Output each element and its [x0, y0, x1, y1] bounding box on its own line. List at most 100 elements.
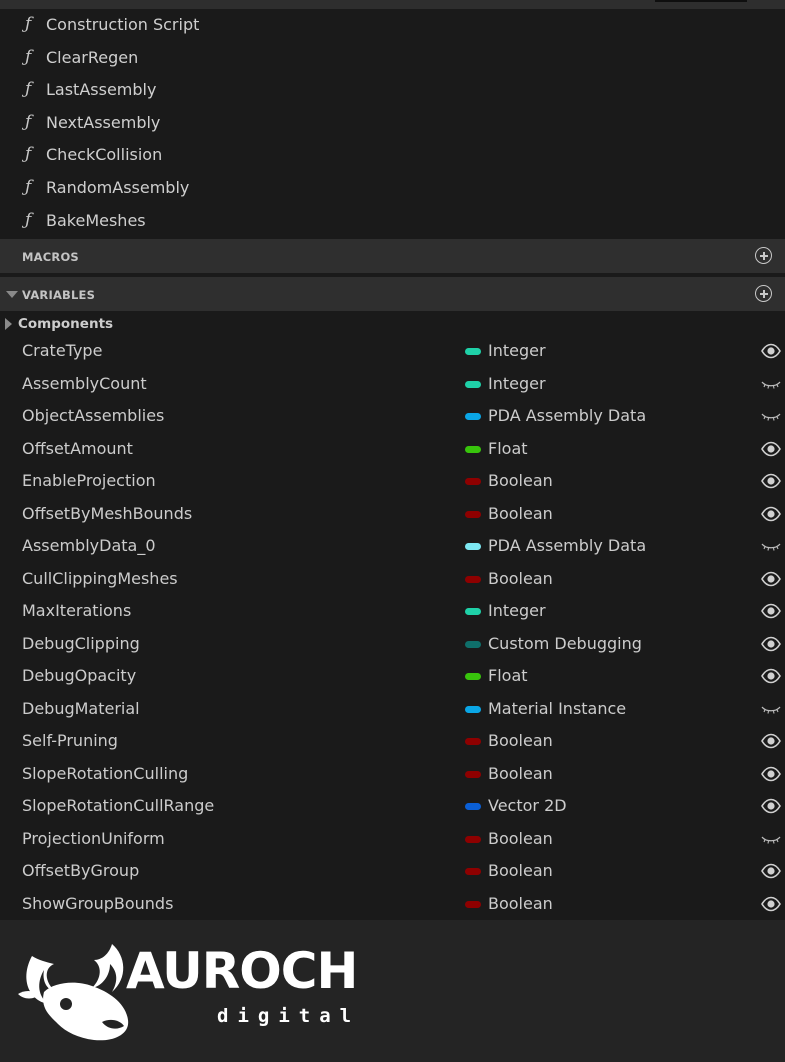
variable-row[interactable]: EnableProjection Boolean — [0, 465, 785, 497]
type-pin-icon[interactable] — [465, 673, 481, 680]
variable-row[interactable]: ShowGroupBounds Boolean — [0, 888, 785, 920]
type-pin-icon[interactable] — [465, 445, 481, 453]
function-item[interactable]: ƒ BakeMeshes — [0, 205, 785, 237]
variable-type[interactable]: Boolean — [488, 569, 553, 588]
variable-row[interactable]: CullClippingMeshes Boolean — [0, 563, 785, 595]
type-pin-icon[interactable] — [465, 705, 481, 713]
eye-open-icon[interactable] — [761, 668, 781, 684]
toolbar-dropdown-edge[interactable] — [655, 0, 747, 2]
type-pin-icon[interactable] — [465, 608, 481, 615]
variable-row[interactable]: OffsetByGroup Boolean — [0, 855, 785, 887]
function-label: Construction Script — [46, 15, 200, 34]
type-pin-icon[interactable] — [465, 868, 481, 875]
eye-closed-icon[interactable] — [761, 376, 781, 392]
eye-closed-icon[interactable] — [761, 831, 781, 847]
variable-type[interactable]: Float — [488, 439, 528, 458]
variable-name: AssemblyCount — [22, 373, 147, 393]
macros-title: MACROS — [22, 250, 79, 264]
variable-type[interactable]: Float — [488, 666, 528, 685]
type-pin-icon[interactable] — [465, 543, 481, 550]
variable-row[interactable]: OffsetAmount Float — [0, 433, 785, 465]
type-pin-icon[interactable] — [465, 380, 481, 388]
function-item[interactable]: ƒ CheckCollision — [0, 139, 785, 171]
variable-row[interactable]: OffsetByMeshBounds Boolean — [0, 498, 785, 530]
macros-section-header[interactable]: MACROS — [0, 239, 785, 273]
eye-open-icon[interactable] — [761, 733, 781, 749]
variable-type[interactable]: PDA Assembly Data — [488, 406, 646, 425]
function-item[interactable]: ƒ RandomAssembly — [0, 172, 785, 204]
type-pin-icon[interactable] — [465, 348, 481, 355]
type-pin-icon[interactable] — [465, 640, 481, 648]
variable-row[interactable]: CrateType Integer — [0, 335, 785, 367]
variable-row[interactable]: DebugOpacity Float — [0, 660, 785, 692]
variable-row[interactable]: ProjectionUniform Boolean — [0, 823, 785, 855]
variable-row[interactable]: SlopeRotationCulling Boolean — [0, 758, 785, 790]
eye-open-icon[interactable] — [761, 798, 781, 814]
collapse-arrow-icon[interactable] — [6, 291, 18, 298]
variable-row[interactable]: SlopeRotationCullRange Vector 2D — [0, 790, 785, 822]
variable-type[interactable]: Boolean — [488, 471, 553, 490]
variable-row[interactable]: ObjectAssemblies PDA Assembly Data — [0, 400, 785, 432]
function-label: NextAssembly — [46, 112, 161, 132]
type-pin-icon[interactable] — [465, 575, 481, 583]
variable-name: DebugClipping — [22, 633, 140, 653]
variable-type[interactable]: Boolean — [488, 731, 553, 750]
add-macro-icon[interactable] — [755, 247, 772, 264]
function-item[interactable]: ƒ ClearRegen — [0, 42, 785, 74]
type-pin-icon[interactable] — [465, 900, 481, 908]
type-pin-icon[interactable] — [465, 803, 481, 810]
function-item[interactable]: ƒ Construction Script — [0, 9, 785, 41]
eye-open-icon[interactable] — [761, 863, 781, 879]
variable-name: DebugMaterial — [22, 698, 140, 718]
variable-row[interactable]: DebugMaterial Material Instance — [0, 693, 785, 725]
type-pin-icon[interactable] — [465, 413, 481, 420]
type-pin-icon[interactable] — [465, 835, 481, 843]
variable-type[interactable]: Boolean — [488, 861, 553, 880]
eye-closed-icon[interactable] — [761, 538, 781, 554]
variable-name: ObjectAssemblies — [22, 406, 165, 425]
eye-open-icon[interactable] — [761, 441, 781, 457]
type-pin-icon[interactable] — [465, 478, 481, 485]
eye-open-icon[interactable] — [761, 766, 781, 782]
function-icon: ƒ — [25, 209, 32, 230]
variable-type[interactable]: Material Instance — [488, 699, 626, 718]
variable-type[interactable]: Integer — [488, 374, 546, 393]
variable-name: AssemblyData_0 — [22, 536, 156, 555]
type-pin-icon[interactable] — [465, 738, 481, 745]
eye-closed-icon[interactable] — [761, 408, 781, 424]
expand-arrow-icon[interactable] — [5, 318, 12, 330]
function-item[interactable]: ƒ LastAssembly — [0, 74, 785, 106]
eye-open-icon[interactable] — [761, 636, 781, 652]
function-icon: ƒ — [25, 46, 32, 67]
variable-row[interactable]: AssemblyData_0 PDA Assembly Data — [0, 530, 785, 562]
variable-name: OffsetByGroup — [22, 861, 140, 880]
eye-open-icon[interactable] — [761, 343, 781, 359]
variables-section-header[interactable]: VARIABLES — [0, 277, 785, 311]
eye-closed-icon[interactable] — [761, 701, 781, 717]
variable-type[interactable]: Boolean — [488, 504, 553, 523]
variable-row[interactable]: AssemblyCount Integer — [0, 368, 785, 400]
variable-type[interactable]: Custom Debugging — [488, 634, 642, 653]
variable-row[interactable]: Self-Pruning Boolean — [0, 725, 785, 757]
variable-type[interactable]: Integer — [488, 601, 546, 620]
eye-open-icon[interactable] — [761, 896, 781, 912]
function-label: RandomAssembly — [46, 178, 190, 197]
variable-type[interactable]: Integer — [488, 341, 546, 360]
type-pin-icon[interactable] — [465, 770, 481, 778]
eye-open-icon[interactable] — [761, 473, 781, 489]
variable-type[interactable]: Vector 2D — [488, 796, 567, 815]
variable-row[interactable]: DebugClipping Custom Debugging — [0, 628, 785, 660]
variable-type[interactable]: Boolean — [488, 894, 553, 913]
variable-type[interactable]: Boolean — [488, 829, 553, 848]
variable-type[interactable]: PDA Assembly Data — [488, 536, 646, 555]
variable-row[interactable]: MaxIterations Integer — [0, 595, 785, 627]
variable-type[interactable]: Boolean — [488, 764, 553, 783]
eye-open-icon[interactable] — [761, 506, 781, 522]
eye-open-icon[interactable] — [761, 603, 781, 619]
eye-open-icon[interactable] — [761, 571, 781, 587]
category-components[interactable]: Components — [0, 313, 785, 335]
brand-name: AUROCH — [126, 942, 358, 1000]
type-pin-icon[interactable] — [465, 510, 481, 518]
add-variable-icon[interactable] — [755, 285, 772, 302]
function-item[interactable]: ƒ NextAssembly — [0, 107, 785, 139]
